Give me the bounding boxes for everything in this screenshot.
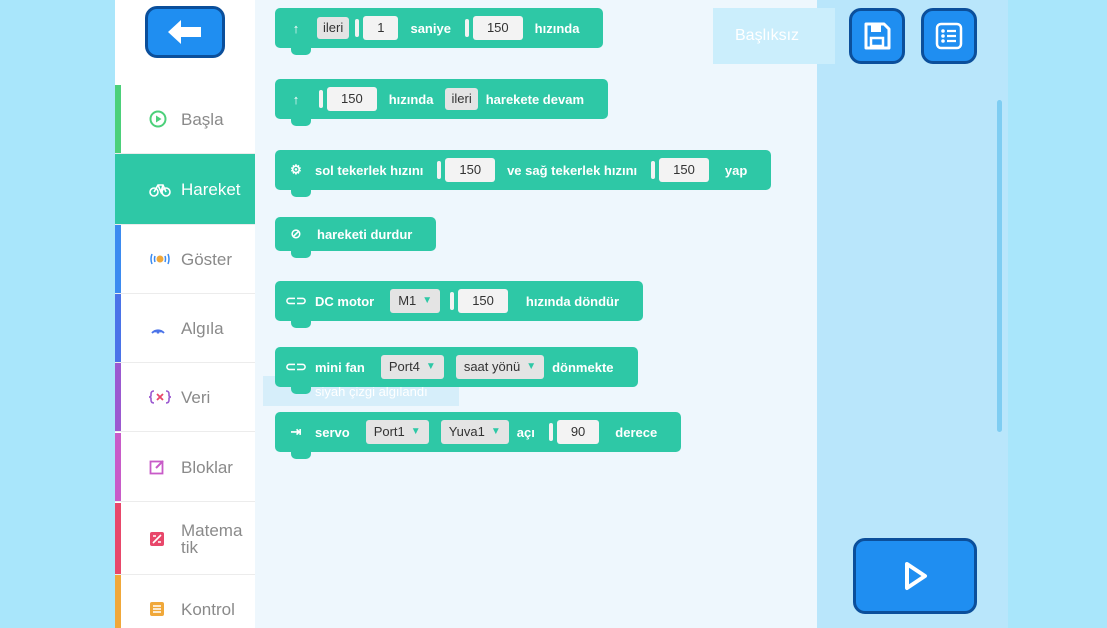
block-wheel-speed[interactable]: ⚙ sol tekerlek hızını 150 ve sağ tekerle… [275, 150, 772, 197]
category-color-bar [115, 85, 121, 153]
category-veri[interactable]: Veri [115, 363, 255, 432]
slot-value: Yuva1 [448, 424, 485, 439]
category-label: Göster [181, 249, 233, 269]
motor-icon: ⊂⊃ [285, 293, 307, 308]
list-icon [935, 22, 963, 50]
block-text: dönmekte [552, 359, 614, 375]
category-algila[interactable]: Algıla [115, 294, 255, 363]
motor-dropdown[interactable]: M1 ▼ [390, 289, 441, 313]
save-button[interactable] [849, 8, 905, 64]
block-text: ve sağ tekerlek hızını [507, 162, 638, 178]
port-dropdown[interactable]: Port1 ▼ [365, 420, 429, 444]
light-icon [150, 253, 170, 265]
category-label: Başla [181, 109, 224, 129]
category-hareket[interactable]: Hareket [115, 154, 255, 225]
direction-value[interactable]: ileri [317, 17, 350, 39]
chevron-down-icon: ▼ [526, 361, 537, 372]
seconds-input[interactable]: 1 [355, 16, 399, 40]
category-label: Matematik [181, 520, 243, 557]
play-circle-icon [149, 110, 167, 128]
chevron-down-icon: ▼ [425, 361, 436, 372]
angle-input[interactable]: 90 [548, 420, 600, 444]
category-label: Bloklar [181, 457, 233, 477]
project-title[interactable]: Başlıksız [713, 8, 835, 64]
port-dropdown[interactable]: Port4 ▼ [380, 355, 444, 379]
block-servo[interactable]: ⇥ servo Port1 ▼ Yuva1 ▼ açı 90 derece [275, 412, 682, 459]
block-text: sol tekerlek hızını [315, 162, 424, 178]
direction-dropdown[interactable]: saat yönü ▼ [455, 355, 545, 379]
category-bloklar[interactable]: Bloklar [115, 433, 255, 502]
chevron-down-icon: ▼ [422, 295, 433, 306]
category-label: Hareket [181, 179, 241, 199]
category-matematik[interactable]: Matematik [115, 503, 255, 575]
category-sidebar: Başla Hareket Göster Algıla Veri Bloklar… [115, 0, 255, 628]
port-value: Port1 [373, 424, 405, 439]
block-stop[interactable]: ⊘ hareketi durdur [275, 217, 437, 258]
block-text: açı [516, 424, 535, 440]
block-text: DC motor [315, 293, 375, 309]
app-window: Başla Hareket Göster Algıla Veri Bloklar… [115, 0, 1008, 628]
category-color-bar [115, 433, 121, 501]
block-text: hızında [534, 20, 580, 36]
control-icon [150, 602, 164, 616]
arrow-up-icon: ↑ [292, 20, 300, 36]
sensor-icon [151, 329, 165, 334]
block-text: mini fan [315, 359, 365, 375]
play-icon [905, 562, 927, 590]
category-color-bar [115, 503, 121, 574]
vertical-scrollbar[interactable] [997, 100, 1002, 432]
right-speed-input[interactable]: 150 [651, 158, 709, 182]
category-color-bar [115, 363, 121, 431]
arrow-left-icon [168, 20, 201, 44]
block-mini-fan[interactable]: ⊂⊃ mini fan Port4 ▼ saat yönü ▼ dönmekte [275, 347, 638, 394]
fan-icon: ⊂⊃ [285, 359, 307, 374]
chevron-down-icon: ▼ [490, 426, 501, 437]
bicycle-icon [149, 184, 171, 197]
category-kontrol[interactable]: Kontrol [115, 575, 255, 628]
block-text: saniye [410, 20, 451, 36]
block-text: hızında döndür [525, 293, 620, 309]
block-text: servo [315, 424, 350, 440]
category-label: Kontrol [181, 599, 235, 619]
stop-icon: ⊘ [290, 226, 302, 241]
servo-icon: ⇥ [290, 424, 302, 439]
block-text: harekete devam [485, 91, 584, 107]
speed-input[interactable]: 150 [450, 289, 508, 313]
left-speed-input[interactable]: 150 [437, 158, 496, 182]
back-button[interactable] [145, 6, 225, 58]
run-button[interactable] [853, 538, 977, 614]
category-color-bar [115, 225, 121, 293]
direction-value: saat yönü [463, 359, 521, 374]
block-text: derece [615, 424, 658, 440]
arrow-up-icon: ↑ [292, 91, 300, 107]
block-text: hareketi durdur [317, 226, 413, 242]
wheel-icon: ⚙ [290, 162, 302, 177]
motor-value: M1 [398, 293, 417, 308]
chevron-down-icon: ▼ [410, 426, 421, 437]
workspace-canvas[interactable] [817, 0, 1008, 628]
category-label: Veri [181, 387, 211, 407]
math-icon [150, 531, 164, 546]
slot-dropdown[interactable]: Yuva1 ▼ [440, 420, 509, 444]
category-color-bar [115, 575, 121, 628]
category-label: Algıla [181, 318, 224, 338]
menu-list-button[interactable] [921, 8, 977, 64]
speed-input[interactable]: 150 [319, 87, 377, 111]
floppy-disk-icon [864, 22, 891, 50]
speed-input[interactable]: 150 [465, 16, 523, 40]
direction-value[interactable]: ileri [445, 88, 478, 110]
category-color-bar [115, 294, 121, 362]
category-basla[interactable]: Başla [115, 85, 255, 154]
variable-icon [149, 390, 171, 404]
block-continue-move[interactable]: ↑ 150 hızında ileri harekete devam [275, 79, 608, 126]
port-value: Port4 [388, 359, 420, 374]
block-text: yap [724, 162, 748, 178]
category-goster[interactable]: Göster [115, 225, 255, 294]
edit-icon [149, 460, 164, 475]
block-text: hızında [388, 91, 434, 107]
block-forward-seconds[interactable]: ↑ ileri 1 saniye 150 hızında [275, 8, 604, 55]
block-dc-motor[interactable]: ⊂⊃ DC motor M1 ▼ 150 hızında döndür [275, 281, 644, 328]
